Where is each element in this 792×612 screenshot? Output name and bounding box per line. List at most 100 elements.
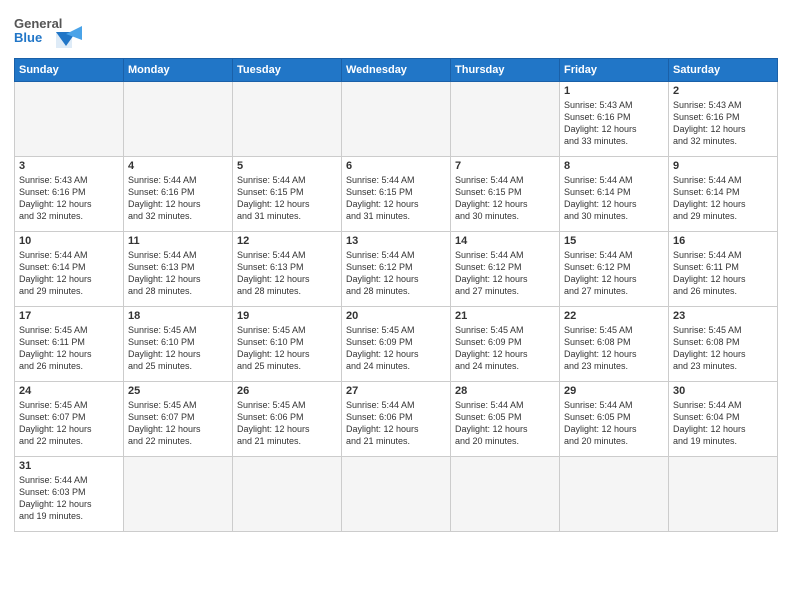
calendar-cell: 22 Sunrise: 5:45 AM Sunset: 6:08 PM Dayli…	[560, 307, 669, 382]
day-number: 24	[19, 385, 119, 397]
calendar-header-thursday: Thursday	[451, 59, 560, 82]
calendar-week-2: 10 Sunrise: 5:44 AM Sunset: 6:14 PM Dayli…	[15, 232, 778, 307]
day-number: 12	[237, 235, 337, 247]
day-info: Sunrise: 5:44 AM Sunset: 6:03 PM Dayligh…	[19, 474, 119, 523]
calendar-cell: 13Sunrise: 5:44 AM Sunset: 6:12 PM Dayli…	[342, 232, 451, 307]
calendar-body: 1Sunrise: 5:43 AM Sunset: 6:16 PM Daylig…	[15, 82, 778, 532]
calendar-cell: 9Sunrise: 5:44 AM Sunset: 6:14 PM Daylig…	[669, 157, 778, 232]
day-number: 28	[455, 385, 555, 397]
calendar-cell	[233, 82, 342, 157]
day-info: Sunrise: 5:43 AM Sunset: 6:16 PM Dayligh…	[564, 99, 664, 148]
day-number: 8	[564, 160, 664, 172]
calendar-header-sunday: Sunday	[15, 59, 124, 82]
calendar-week-4: 24 Sunrise: 5:45 AM Sunset: 6:07 PM Dayli…	[15, 382, 778, 457]
day-number: 26	[237, 385, 337, 397]
calendar-cell: 15 Sunrise: 5:44 AM Sunset: 6:12 PM Dayli…	[560, 232, 669, 307]
day-number: 17	[19, 310, 119, 322]
day-info: Sunrise: 5:44 AM Sunset: 6:11 PM Dayligh…	[673, 249, 773, 298]
day-number: 9	[673, 160, 773, 172]
calendar-cell: 30 Sunrise: 5:44 AM Sunset: 6:04 PM Dayli…	[669, 382, 778, 457]
day-number: 29	[564, 385, 664, 397]
svg-text:General: General	[14, 16, 62, 31]
calendar-cell: 25 Sunrise: 5:45 AM Sunset: 6:07 PM Dayli…	[124, 382, 233, 457]
day-info: Sunrise: 5:44 AM Sunset: 6:16 PM Dayligh…	[128, 174, 228, 223]
calendar-cell	[124, 82, 233, 157]
day-info: Sunrise: 5:44 AM Sunset: 6:05 PM Dayligh…	[564, 399, 664, 448]
calendar-table: SundayMondayTuesdayWednesdayThursdayFrid…	[14, 58, 778, 532]
day-number: 31	[19, 460, 119, 472]
day-info: Sunrise: 5:44 AM Sunset: 6:14 PM Dayligh…	[19, 249, 119, 298]
day-number: 6	[346, 160, 446, 172]
day-number: 18	[128, 310, 228, 322]
day-number: 4	[128, 160, 228, 172]
day-number: 27	[346, 385, 446, 397]
calendar-week-0: 1Sunrise: 5:43 AM Sunset: 6:16 PM Daylig…	[15, 82, 778, 157]
day-number: 30	[673, 385, 773, 397]
calendar-cell	[669, 457, 778, 532]
calendar-cell: 1Sunrise: 5:43 AM Sunset: 6:16 PM Daylig…	[560, 82, 669, 157]
calendar-cell	[124, 457, 233, 532]
day-info: Sunrise: 5:45 AM Sunset: 6:10 PM Dayligh…	[237, 324, 337, 373]
day-info: Sunrise: 5:44 AM Sunset: 6:05 PM Dayligh…	[455, 399, 555, 448]
calendar-cell	[451, 457, 560, 532]
calendar-header-row: SundayMondayTuesdayWednesdayThursdayFrid…	[15, 59, 778, 82]
calendar-cell: 2 Sunrise: 5:43 AM Sunset: 6:16 PM Daylig…	[669, 82, 778, 157]
calendar-header-friday: Friday	[560, 59, 669, 82]
calendar-cell: 18Sunrise: 5:45 AM Sunset: 6:10 PM Dayli…	[124, 307, 233, 382]
day-info: Sunrise: 5:44 AM Sunset: 6:06 PM Dayligh…	[346, 399, 446, 448]
calendar-cell: 14 Sunrise: 5:44 AM Sunset: 6:12 PM Dayli…	[451, 232, 560, 307]
calendar-cell: 20 Sunrise: 5:45 AM Sunset: 6:09 PM Dayli…	[342, 307, 451, 382]
day-number: 20	[346, 310, 446, 322]
calendar-cell: 31 Sunrise: 5:44 AM Sunset: 6:03 PM Dayli…	[15, 457, 124, 532]
day-info: Sunrise: 5:45 AM Sunset: 6:09 PM Dayligh…	[346, 324, 446, 373]
day-number: 13	[346, 235, 446, 247]
calendar-cell: 7 Sunrise: 5:44 AM Sunset: 6:15 PM Daylig…	[451, 157, 560, 232]
day-info: Sunrise: 5:44 AM Sunset: 6:15 PM Dayligh…	[346, 174, 446, 223]
day-info: Sunrise: 5:43 AM Sunset: 6:16 PM Dayligh…	[673, 99, 773, 148]
day-number: 25	[128, 385, 228, 397]
calendar-header-saturday: Saturday	[669, 59, 778, 82]
day-info: Sunrise: 5:45 AM Sunset: 6:08 PM Dayligh…	[673, 324, 773, 373]
day-info: Sunrise: 5:45 AM Sunset: 6:08 PM Dayligh…	[564, 324, 664, 373]
day-info: Sunrise: 5:44 AM Sunset: 6:15 PM Dayligh…	[237, 174, 337, 223]
calendar-cell: 19Sunrise: 5:45 AM Sunset: 6:10 PM Dayli…	[233, 307, 342, 382]
day-number: 5	[237, 160, 337, 172]
day-number: 10	[19, 235, 119, 247]
day-info: Sunrise: 5:44 AM Sunset: 6:15 PM Dayligh…	[455, 174, 555, 223]
day-info: Sunrise: 5:45 AM Sunset: 6:09 PM Dayligh…	[455, 324, 555, 373]
calendar-cell: 23 Sunrise: 5:45 AM Sunset: 6:08 PM Dayli…	[669, 307, 778, 382]
calendar-cell	[342, 82, 451, 157]
day-number: 2	[673, 85, 773, 97]
header: General Blue	[14, 10, 778, 52]
calendar-cell: 26Sunrise: 5:45 AM Sunset: 6:06 PM Dayli…	[233, 382, 342, 457]
calendar-cell: 3Sunrise: 5:43 AM Sunset: 6:16 PM Daylig…	[15, 157, 124, 232]
calendar-cell	[233, 457, 342, 532]
day-number: 7	[455, 160, 555, 172]
calendar-cell: 29 Sunrise: 5:44 AM Sunset: 6:05 PM Dayli…	[560, 382, 669, 457]
calendar-header-tuesday: Tuesday	[233, 59, 342, 82]
calendar-cell: 5 Sunrise: 5:44 AM Sunset: 6:15 PM Daylig…	[233, 157, 342, 232]
day-number: 3	[19, 160, 119, 172]
svg-text:Blue: Blue	[14, 30, 42, 45]
day-info: Sunrise: 5:45 AM Sunset: 6:07 PM Dayligh…	[128, 399, 228, 448]
day-info: Sunrise: 5:44 AM Sunset: 6:13 PM Dayligh…	[128, 249, 228, 298]
day-info: Sunrise: 5:44 AM Sunset: 6:12 PM Dayligh…	[455, 249, 555, 298]
calendar-cell: 10 Sunrise: 5:44 AM Sunset: 6:14 PM Dayli…	[15, 232, 124, 307]
day-info: Sunrise: 5:44 AM Sunset: 6:14 PM Dayligh…	[564, 174, 664, 223]
calendar-cell: 4 Sunrise: 5:44 AM Sunset: 6:16 PM Daylig…	[124, 157, 233, 232]
calendar-cell: 16Sunrise: 5:44 AM Sunset: 6:11 PM Dayli…	[669, 232, 778, 307]
calendar-cell: 8 Sunrise: 5:44 AM Sunset: 6:14 PM Daylig…	[560, 157, 669, 232]
calendar-cell: 11Sunrise: 5:44 AM Sunset: 6:13 PM Dayli…	[124, 232, 233, 307]
calendar-header-wednesday: Wednesday	[342, 59, 451, 82]
calendar-cell	[451, 82, 560, 157]
day-number: 22	[564, 310, 664, 322]
day-info: Sunrise: 5:44 AM Sunset: 6:12 PM Dayligh…	[564, 249, 664, 298]
day-info: Sunrise: 5:44 AM Sunset: 6:04 PM Dayligh…	[673, 399, 773, 448]
calendar-cell: 24Sunrise: 5:45 AM Sunset: 6:07 PM Dayli…	[15, 382, 124, 457]
page: General Blue SundayMondayTuesdayWednesda…	[0, 0, 792, 612]
calendar-cell	[15, 82, 124, 157]
calendar-cell: 27 Sunrise: 5:44 AM Sunset: 6:06 PM Dayli…	[342, 382, 451, 457]
day-number: 23	[673, 310, 773, 322]
day-number: 14	[455, 235, 555, 247]
day-number: 15	[564, 235, 664, 247]
